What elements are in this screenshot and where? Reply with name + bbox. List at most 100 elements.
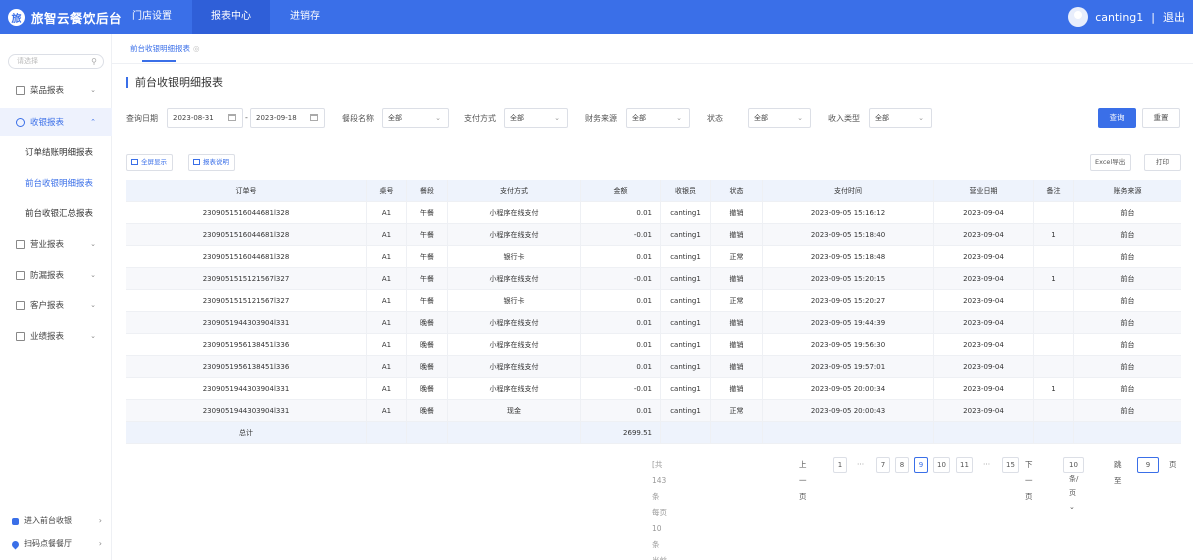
total-cell bbox=[711, 422, 763, 444]
table-cell: 2023-09-05 15:18:40 bbox=[763, 224, 934, 246]
tab-front-cashier-detail[interactable]: 前台收银明细报表 ◎ bbox=[130, 43, 200, 54]
table-row[interactable]: 2309051516044681l328 A1 午餐 小程序在线支付 -0.01 cant… bbox=[126, 224, 1181, 246]
sidebar-group-performance-report[interactable]: 业绩报表 ⌄ bbox=[0, 322, 112, 350]
table-row[interactable]: 2309051944303904l331 A1 晚餐 小程序在线支付 -0.01 cant… bbox=[126, 378, 1181, 400]
query-button[interactable]: 查询 bbox=[1098, 108, 1136, 128]
chevron-up-icon: ⌃ bbox=[90, 118, 96, 126]
table-row[interactable]: 2309051516044681l328 A1 午餐 银行卡 0.01 canting1 正… bbox=[126, 246, 1181, 268]
sidebar: 请选择 ⚲ 菜品报表 ⌄ 收银报表 ⌃ 订单结账明细报表 前台收银明细报表 前台… bbox=[0, 34, 112, 560]
date-start-input[interactable]: 2023-08-31 bbox=[167, 108, 243, 128]
fullscreen-button[interactable]: 全屏显示 bbox=[126, 154, 173, 171]
scan-order-restaurant-link[interactable]: 扫码点餐餐厅 › bbox=[10, 537, 112, 551]
table-cell: 前台 bbox=[1120, 407, 1135, 415]
table-cell: 小程序在线支付 bbox=[448, 268, 581, 290]
period-select[interactable]: 全部 ⌄ bbox=[382, 108, 449, 128]
avatar-icon[interactable] bbox=[1068, 7, 1089, 27]
table-cell: 2023-09-05 19:57:01 bbox=[763, 356, 934, 378]
table-cell bbox=[1034, 312, 1074, 334]
page-button[interactable]: 8 bbox=[895, 457, 909, 473]
table-cell: canting1 bbox=[661, 400, 711, 422]
status-value: 全部 bbox=[754, 114, 768, 122]
logout-link[interactable]: 退出 bbox=[1163, 9, 1185, 25]
page-ellipsis[interactable]: ··· bbox=[857, 457, 864, 473]
table-row[interactable]: 2309051515121567l327 A1 午餐 银行卡 0.01 canting1 正… bbox=[126, 290, 1181, 312]
page-button[interactable]: 7 bbox=[876, 457, 890, 473]
tab-label: 前台收银明细报表 bbox=[130, 44, 190, 53]
table-cell: 小程序在线支付 bbox=[448, 202, 581, 224]
chevron-down-icon: ⌄ bbox=[1069, 503, 1075, 511]
page-button-current[interactable]: 9 bbox=[914, 457, 928, 473]
chevron-right-icon: › bbox=[98, 516, 102, 525]
report-explain-button[interactable]: 报表说明 bbox=[188, 154, 235, 171]
table-cell: 2023-09-04 bbox=[934, 378, 1034, 400]
table-row[interactable]: 2309051944303904l331 A1 晚餐 现金 0.01 canting1 正常… bbox=[126, 400, 1181, 422]
sidebar-group-cashier-report[interactable]: 收银报表 ⌃ bbox=[0, 108, 112, 136]
table-cell: -0.01 bbox=[581, 378, 661, 400]
sidebar-search-input[interactable]: 请选择 ⚲ bbox=[8, 54, 104, 69]
table-cell: 2023-09-04 bbox=[934, 400, 1034, 422]
table-cell: 2023-09-04 bbox=[934, 268, 1034, 290]
sidebar-group-business-report[interactable]: 营业报表 ⌄ bbox=[0, 230, 112, 258]
nav-inventory[interactable]: 进销存 bbox=[278, 0, 332, 34]
close-icon[interactable]: ◎ bbox=[193, 44, 200, 53]
pagination-info: [共143条 每页10条 当前第9/15页] bbox=[652, 460, 667, 560]
table-cell: 撤销 bbox=[711, 356, 763, 378]
logo-icon: 旅 bbox=[8, 8, 25, 26]
table-row[interactable]: 2309051956138451l336 A1 晚餐 小程序在线支付 0.01 canti… bbox=[126, 356, 1181, 378]
table-cell: 前台 bbox=[1120, 363, 1135, 371]
username[interactable]: canting1 bbox=[1095, 11, 1143, 24]
table-cell: canting1 bbox=[661, 334, 711, 356]
income-type-select[interactable]: 全部 ⌄ bbox=[869, 108, 932, 128]
next-page-button[interactable]: 下一页 bbox=[1025, 457, 1033, 501]
tab-bar: 前台收银明细报表 ◎ bbox=[112, 34, 1193, 64]
table-cell bbox=[1034, 202, 1074, 224]
bottom-link-label: 进入前台收银 bbox=[24, 516, 72, 525]
page-size-select[interactable]: 10条/页 ⌄ bbox=[1063, 457, 1085, 511]
sidebar-group-dish-report[interactable]: 菜品报表 ⌄ bbox=[0, 76, 112, 104]
page-button[interactable]: 11 bbox=[956, 457, 973, 473]
table-row[interactable]: 2309051944303904l331 A1 晚餐 小程序在线支付 0.01 canti… bbox=[126, 312, 1181, 334]
table-cell: 晚餐 bbox=[407, 334, 448, 356]
pay-method-select[interactable]: 全部 ⌄ bbox=[504, 108, 568, 128]
logo[interactable]: 旅 旅智云餐饮后台 bbox=[8, 0, 122, 34]
sidebar-group-leak-report[interactable]: 防漏报表 ⌄ bbox=[0, 261, 112, 289]
nav-store-settings[interactable]: 门店设置 bbox=[120, 0, 184, 34]
total-cell bbox=[448, 422, 581, 444]
sidebar-item-front-cashier-detail[interactable]: 前台收银明细报表 bbox=[0, 170, 112, 198]
prev-page-button[interactable]: 上一页 bbox=[799, 457, 807, 501]
income-type-label: 收入类型 bbox=[828, 114, 860, 123]
chevron-down-icon: ⌄ bbox=[90, 240, 96, 248]
status-select[interactable]: 全部 ⌄ bbox=[748, 108, 811, 128]
nav-report-center[interactable]: 报表中心 bbox=[192, 0, 270, 34]
chart-icon bbox=[193, 159, 200, 165]
finance-source-label: 财务来源 bbox=[585, 114, 617, 123]
table-row[interactable]: 2309051516044681l328 A1 午餐 小程序在线支付 0.01 canti… bbox=[126, 202, 1181, 224]
enter-front-cashier-link[interactable]: 进入前台收银 › bbox=[12, 514, 112, 528]
column-header: 营业日期 bbox=[934, 180, 1034, 202]
reset-button[interactable]: 重置 bbox=[1142, 108, 1180, 128]
table-cell bbox=[1034, 290, 1074, 312]
table-cell: 前台 bbox=[1120, 209, 1135, 217]
table-cell: 正常 bbox=[711, 246, 763, 268]
table-cell: 0.01 bbox=[581, 246, 661, 268]
pay-method-label: 支付方式 bbox=[464, 114, 496, 123]
table-cell: canting1 bbox=[661, 268, 711, 290]
sidebar-group-label: 菜品报表 bbox=[30, 86, 65, 96]
date-end-input[interactable]: 2023-09-18 bbox=[250, 108, 325, 128]
user-area: canting1 | 退出 bbox=[1068, 0, 1185, 34]
table-row[interactable]: 2309051956138451l336 A1 晚餐 小程序在线支付 0.01 canti… bbox=[126, 334, 1181, 356]
page-button[interactable]: 10 bbox=[933, 457, 950, 473]
period-value: 全部 bbox=[388, 114, 402, 122]
finance-source-select[interactable]: 全部 ⌄ bbox=[626, 108, 690, 128]
sidebar-item-order-checkout-detail[interactable]: 订单结账明细报表 bbox=[0, 139, 112, 167]
excel-export-button[interactable]: Excel导出 bbox=[1090, 154, 1132, 171]
page-button[interactable]: 15 bbox=[1002, 457, 1019, 473]
sidebar-item-front-cashier-summary[interactable]: 前台收银汇总报表 bbox=[0, 200, 112, 228]
jump-page-input[interactable]: 9 bbox=[1137, 457, 1159, 473]
sidebar-group-customer-report[interactable]: 客户报表 ⌄ bbox=[0, 291, 112, 319]
page-ellipsis[interactable]: ··· bbox=[983, 457, 990, 473]
table-row[interactable]: 2309051515121567l327 A1 午餐 小程序在线支付 -0.01 cant… bbox=[126, 268, 1181, 290]
print-button[interactable]: 打印 bbox=[1144, 154, 1181, 171]
page-button[interactable]: 1 bbox=[833, 457, 847, 473]
table-cell: 1 bbox=[1034, 378, 1074, 400]
